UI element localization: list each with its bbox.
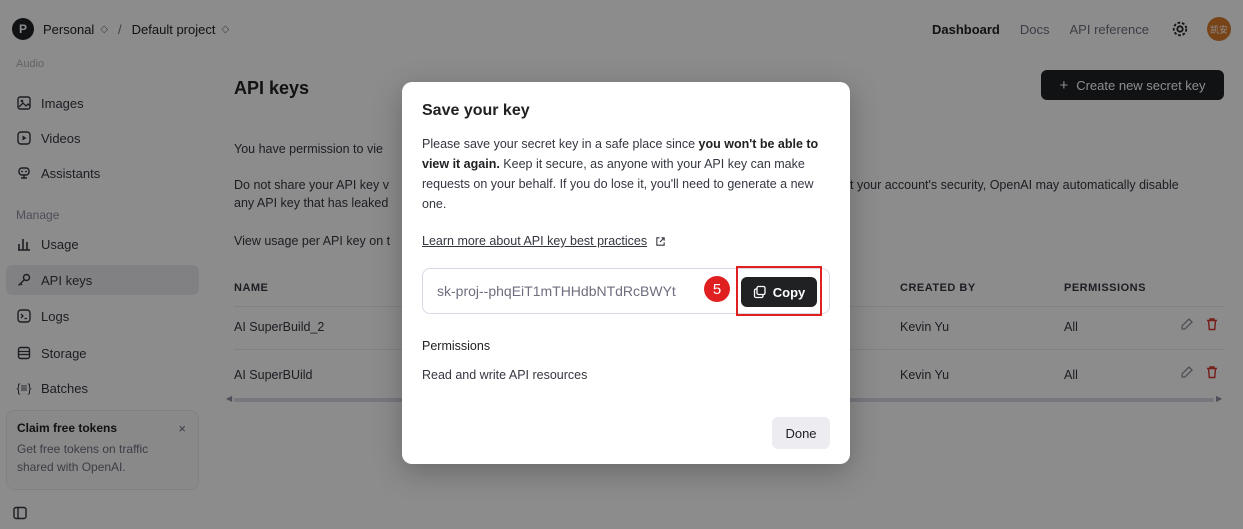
copy-button-highlight [736,266,822,316]
done-button[interactable]: Done [772,417,830,449]
external-link-icon [656,236,665,246]
dialog-description: Please save your secret key in a safe pl… [422,134,832,214]
best-practices-link[interactable]: Learn more about API key best practices [422,234,666,248]
secret-key-input[interactable] [437,279,717,303]
step-badge: 5 [704,276,730,302]
dialog-text-part1: Please save your secret key in a safe pl… [422,137,699,151]
save-key-dialog: Save your key Please save your secret ke… [402,82,850,464]
dialog-title: Save your key [422,102,530,119]
permissions-value: Read and write API resources [422,368,588,382]
link-label: Learn more about API key best practices [422,234,648,248]
permissions-label: Permissions [422,339,491,353]
